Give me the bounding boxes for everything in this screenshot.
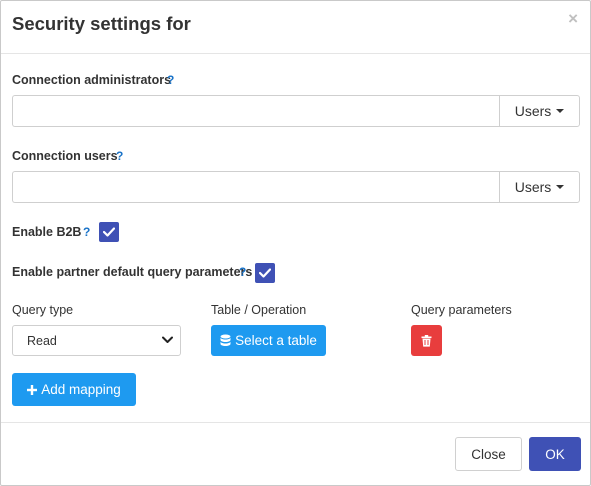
dialog-header: Security settings for × [1, 1, 590, 54]
enable-b2b-label: Enable B2B [12, 225, 82, 239]
delete-mapping-button[interactable] [411, 325, 442, 356]
partner-defaults-checkbox[interactable] [255, 263, 275, 283]
check-icon [103, 227, 115, 237]
caret-down-icon [556, 185, 565, 189]
partner-defaults-help-icon[interactable]: ? [239, 265, 246, 279]
select-table-label: Select a table [235, 333, 317, 348]
add-mapping-label: Add mapping [41, 382, 121, 397]
connection-administrators-users-dropdown[interactable]: Users [499, 95, 580, 127]
connection-users-group: Users [12, 171, 580, 203]
security-settings-dialog: Security settings for × Connection admin… [0, 0, 591, 486]
close-button[interactable]: Close [455, 437, 522, 471]
caret-down-icon [556, 109, 565, 113]
dialog-title: Security settings for [12, 13, 191, 34]
table-operation-header: Table / Operation [211, 303, 307, 317]
footer-divider [1, 422, 590, 423]
add-mapping-button[interactable]: Add mapping [12, 373, 136, 406]
connection-users-input[interactable] [12, 171, 500, 203]
connection-users-users-dropdown[interactable]: Users [499, 171, 580, 203]
users-dropdown-label: Users [514, 103, 552, 119]
connection-administrators-help-icon[interactable]: ? [167, 73, 174, 87]
connection-users-help-icon[interactable]: ? [116, 149, 123, 163]
enable-b2b-help-icon[interactable]: ? [83, 225, 90, 239]
query-parameters-header: Query parameters [411, 303, 512, 317]
database-icon [220, 334, 231, 346]
query-type-header: Query type [12, 303, 74, 317]
connection-users-label: Connection users [12, 149, 118, 163]
enable-b2b-checkbox[interactable] [99, 222, 119, 242]
plus-icon [27, 384, 38, 395]
close-icon[interactable]: × [568, 10, 578, 27]
query-type-select[interactable]: Read [12, 325, 181, 356]
connection-administrators-input[interactable] [12, 95, 500, 127]
trash-icon [421, 334, 432, 347]
chevron-down-icon [162, 336, 173, 343]
ok-button[interactable]: OK [529, 437, 581, 471]
query-type-value: Read [27, 334, 57, 348]
partner-defaults-label: Enable partner default query parameters [12, 265, 253, 279]
check-icon [259, 268, 271, 278]
connection-administrators-label: Connection administrators [12, 73, 172, 87]
select-table-button[interactable]: Select a table [211, 325, 326, 356]
connection-administrators-group: Users [12, 95, 580, 127]
users-dropdown-label: Users [514, 179, 552, 195]
